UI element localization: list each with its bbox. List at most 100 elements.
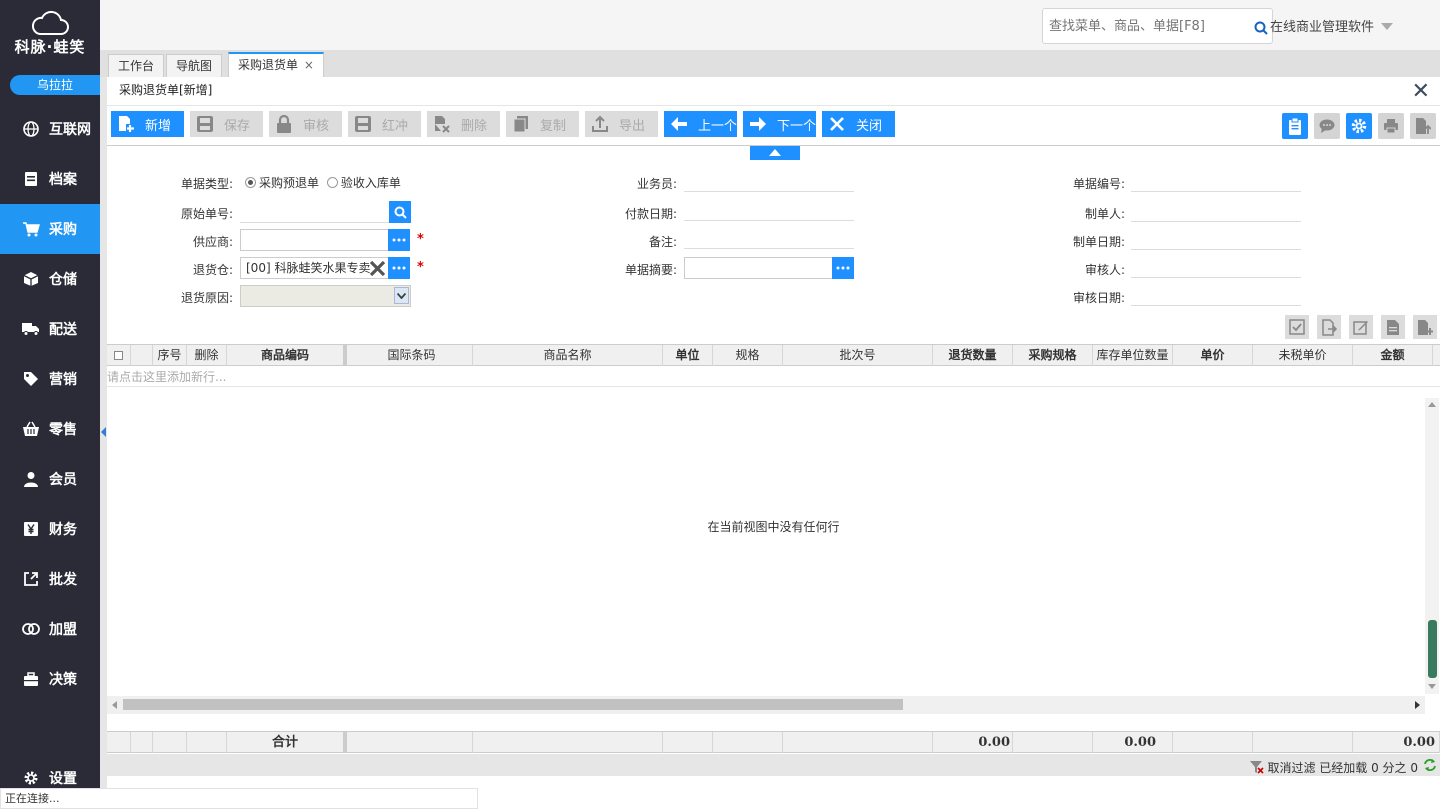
close-button[interactable]: 关闭 [822, 111, 895, 137]
export-button[interactable]: 导出 [585, 111, 658, 137]
tab-workbench[interactable]: 工作台 [108, 54, 165, 77]
scroll-up-icon[interactable] [1428, 402, 1436, 407]
nav-item-member[interactable]: 会员 [0, 454, 100, 504]
search-icon[interactable] [1254, 21, 1268, 35]
footer-cell [1173, 732, 1253, 753]
column-header[interactable]: 序号 [153, 345, 187, 366]
column-header[interactable]: 规格 [713, 345, 783, 366]
collapse-left-icon[interactable] [101, 427, 106, 437]
scroll-down-icon[interactable] [1428, 684, 1436, 689]
supplier-field[interactable] [240, 229, 390, 251]
column-header[interactable]: 退货数量 [933, 345, 1013, 366]
clipboard-icon [1289, 117, 1301, 135]
audit-button[interactable]: 审核 [269, 111, 342, 137]
radio-unchecked-icon [326, 177, 338, 188]
upload-button[interactable] [1410, 113, 1436, 139]
scroll-right-icon[interactable] [1415, 701, 1420, 709]
grid-edit-button[interactable] [1349, 315, 1373, 339]
add-new-row[interactable]: 请点击这里添加新行... [107, 367, 1440, 387]
delete-button[interactable]: 删除 [427, 111, 500, 137]
column-header[interactable]: 国际条码 [351, 345, 473, 366]
nav-item-internet[interactable]: 互联网 [0, 104, 100, 154]
new-button[interactable]: 新增 [111, 111, 184, 137]
scroll-left-icon[interactable] [112, 701, 117, 709]
settings-button[interactable] [1346, 113, 1372, 139]
grid-import-button[interactable] [1317, 315, 1341, 339]
horizontal-scrollbar[interactable] [107, 696, 1425, 714]
loaded-count: 已经加载 0 分之 0 [1319, 761, 1418, 775]
radio-pre-return[interactable]: 采购预退单 [245, 176, 319, 190]
column-header[interactable]: 库存单位数量 [1093, 345, 1173, 366]
printer-icon [1384, 119, 1398, 134]
column-header[interactable]: 未税单价 [1253, 345, 1353, 366]
collapse-form-button[interactable] [750, 146, 800, 160]
select-all-cell[interactable] [107, 345, 131, 366]
summary-picker-button[interactable] [832, 257, 854, 279]
refresh-icon[interactable] [1423, 758, 1437, 772]
summary-field[interactable] [684, 257, 834, 279]
column-header[interactable]: 商品编码 [227, 345, 347, 366]
grid-check-button[interactable] [1285, 315, 1309, 339]
red-flush-button[interactable]: 红冲 [348, 111, 421, 137]
next-button[interactable]: 下一个 [743, 111, 816, 137]
column-header[interactable]: 金额 [1353, 345, 1433, 366]
nav-item-wholesale[interactable]: 批发 [0, 554, 100, 604]
product-menu[interactable]: 在线商业管理软件 [1270, 16, 1394, 35]
collapse-gutter[interactable] [100, 77, 107, 809]
button-label: 保存 [224, 118, 251, 134]
grid-doc-button[interactable] [1381, 315, 1405, 339]
column-header[interactable]: 单价 [1173, 345, 1253, 366]
warehouse-field[interactable]: [00] 科脉蛙笑水果专卖 [240, 257, 390, 279]
orig-no-search-button[interactable] [389, 201, 411, 223]
horizontal-scroll-thumb[interactable] [123, 699, 903, 710]
orig-no-field[interactable] [240, 222, 390, 223]
print-button[interactable] [1378, 113, 1404, 139]
reason-dropdown-button[interactable] [394, 287, 409, 304]
supplier-picker-button[interactable] [388, 229, 410, 251]
nav-item-purchase[interactable]: 采购 [0, 204, 100, 254]
nav-item-delivery[interactable]: 配送 [0, 304, 100, 354]
nav-item-retail[interactable]: 零售 [0, 404, 100, 454]
warehouse-picker-button[interactable] [388, 257, 410, 279]
select-all-checkbox[interactable] [114, 351, 123, 360]
column-header[interactable]: 单位 [663, 345, 713, 366]
footer-cell [663, 732, 713, 753]
nav-item-decision[interactable]: 决策 [0, 654, 100, 704]
copy-button[interactable]: 复制 [506, 111, 579, 137]
remark-field[interactable] [684, 248, 854, 249]
vertical-scrollbar[interactable] [1425, 398, 1439, 694]
nav-item-archive[interactable]: 档案 [0, 154, 100, 204]
reason-label: 退货原因: [180, 291, 233, 305]
column-header[interactable]: 删除 [187, 345, 227, 366]
nav-item-storage[interactable]: 仓储 [0, 254, 100, 304]
pay-date-field[interactable] [684, 220, 854, 221]
prev-button[interactable]: 上一个 [664, 111, 737, 137]
vertical-scroll-thumb[interactable] [1428, 620, 1437, 678]
tab-navigation[interactable]: 导航图 [166, 54, 223, 77]
current-user[interactable]: 乌拉拉 [10, 75, 100, 95]
panel-close-icon[interactable]: ✕ [1412, 81, 1430, 103]
reason-select[interactable] [240, 285, 411, 307]
column-header[interactable]: 批次号 [783, 345, 933, 366]
nav-item-marketing[interactable]: 营销 [0, 354, 100, 404]
radio-receipt[interactable]: 验收入库单 [326, 176, 401, 190]
nav-label: 营销 [49, 372, 77, 388]
salesman-field[interactable] [684, 191, 854, 192]
comment-button[interactable] [1314, 113, 1340, 139]
caret-up-icon [769, 149, 781, 156]
grid-footer: 合计 0.00 0.00 0.00 [107, 731, 1440, 753]
nav-item-finance[interactable]: 财务 [0, 504, 100, 554]
column-header[interactable]: 采购规格 [1013, 345, 1093, 366]
global-search[interactable] [1042, 8, 1273, 44]
tab-label: 导航图 [176, 59, 213, 73]
column-header[interactable]: 商品名称 [473, 345, 663, 366]
tab-close-icon[interactable]: × [304, 58, 314, 72]
tab-purchase-return[interactable]: 采购退货单 × [228, 52, 324, 77]
grid-add-row-button[interactable] [1413, 315, 1437, 339]
nav-item-franchise[interactable]: 加盟 [0, 604, 100, 654]
clear-warehouse-icon[interactable] [369, 260, 386, 279]
search-input[interactable] [1043, 9, 1243, 43]
save-button[interactable]: 保存 [190, 111, 263, 137]
cancel-filter-link[interactable]: 取消过滤 [1249, 761, 1320, 775]
clipboard-button[interactable] [1282, 113, 1308, 139]
